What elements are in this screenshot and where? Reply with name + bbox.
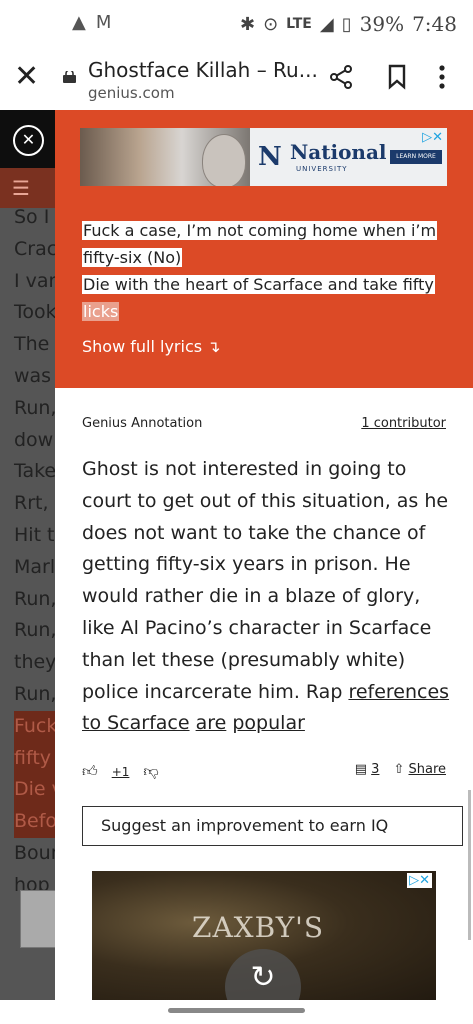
lyric-line: fifty-six (No) bbox=[82, 248, 183, 267]
annotation-actions: ▤ 3 ⇧ Share bbox=[355, 762, 446, 777]
vote-count[interactable]: +1 bbox=[112, 765, 130, 779]
annotation-text: Ghost is not interested in going to cour… bbox=[82, 458, 449, 703]
gmail-icon: M bbox=[95, 12, 112, 33]
ad-brand-subtitle: UNIVERSITY bbox=[296, 165, 348, 173]
close-annotation-button[interactable]: ✕ bbox=[13, 125, 44, 156]
alert-icon: ▲ bbox=[72, 12, 86, 33]
clock: 7:48 bbox=[412, 12, 457, 36]
ad-face-image bbox=[202, 134, 246, 186]
comment-button[interactable]: ▤ 3 bbox=[355, 762, 380, 777]
location-icon: ⊙ bbox=[263, 13, 279, 35]
annotation-panel: N National UNIVERSITY LEARN MORE ▷✕ Fuck… bbox=[55, 110, 473, 1000]
lyric-line: Die with the heart of Scarface and take … bbox=[82, 275, 435, 294]
home-gesture-handle[interactable] bbox=[168, 1008, 305, 1013]
share-button[interactable]: ⇧ Share bbox=[393, 762, 446, 777]
share-label: Share bbox=[408, 762, 446, 777]
share-upload-icon: ⇧ bbox=[393, 762, 405, 777]
comment-icon: ▤ bbox=[354, 762, 368, 777]
status-bar: ▲ M ✱ ⊙ LTE ◢ ▯ 39% 7:48 bbox=[0, 0, 473, 46]
annotation-body: Ghost is not interested in going to cour… bbox=[82, 454, 452, 740]
bookmark-icon[interactable] bbox=[387, 64, 407, 90]
ad-learn-more-button[interactable]: LEARN MORE bbox=[390, 150, 442, 164]
annotation-link-references[interactable]: references bbox=[348, 681, 449, 703]
ad-logo-icon: N bbox=[258, 142, 282, 172]
lyric-quote: Fuck a case, I’m not coming home when i’… bbox=[82, 217, 442, 325]
suggest-improvement-button[interactable]: Suggest an improvement to earn IQ bbox=[82, 806, 463, 846]
comment-count: 3 bbox=[371, 762, 380, 777]
ad-brand: National bbox=[290, 140, 387, 164]
adchoices-icon[interactable]: ▷✕ bbox=[407, 873, 432, 888]
show-full-lyrics-link[interactable]: Show full lyrics ↴ bbox=[82, 337, 221, 356]
page-title: Ghostface Killah – Ru... bbox=[88, 58, 318, 82]
annotation-link-scarface[interactable]: to Scarface bbox=[82, 712, 190, 734]
annotation-link-are[interactable]: are bbox=[196, 712, 227, 734]
more-options-icon[interactable] bbox=[438, 64, 446, 90]
close-tab-icon[interactable]: ✕ bbox=[14, 62, 39, 92]
share-icon[interactable] bbox=[328, 64, 354, 90]
annotation-label: Genius Annotation bbox=[82, 416, 203, 431]
contributors-link[interactable]: 1 contributor bbox=[361, 416, 446, 431]
menu-icon: ☰ bbox=[12, 176, 30, 200]
advertisement-banner[interactable]: N National UNIVERSITY LEARN MORE ▷✕ bbox=[80, 128, 447, 186]
adchoices-icon[interactable]: ▷✕ bbox=[422, 130, 443, 145]
thumbs-down-icon[interactable]: 👎︎ bbox=[143, 762, 158, 781]
lyric-line: licks bbox=[82, 302, 120, 321]
bluetooth-icon: ✱ bbox=[239, 13, 256, 35]
thumbs-up-icon[interactable]: 👍︎ bbox=[82, 762, 98, 781]
battery-icon: ▯ bbox=[341, 13, 352, 35]
vote-controls: 👍︎ +1 👎︎ bbox=[82, 762, 159, 781]
replay-icon[interactable]: ↻ bbox=[225, 949, 301, 1000]
browser-toolbar: ✕ Ghostface Killah – Ru... genius.com bbox=[0, 46, 473, 110]
page-domain: genius.com bbox=[88, 84, 175, 102]
signal-icon: ◢ bbox=[319, 13, 334, 35]
lyric-line: Fuck a case, I’m not coming home when i’… bbox=[82, 221, 438, 240]
battery-level: 39% bbox=[359, 12, 405, 36]
video-advertisement[interactable]: ZAXBY'S ↻ ▷✕ bbox=[92, 871, 436, 1000]
annotation-link-popular[interactable]: popular bbox=[232, 712, 305, 734]
network-label: LTE bbox=[286, 16, 312, 32]
scrollbar[interactable] bbox=[468, 790, 471, 940]
ad-brand: ZAXBY'S bbox=[192, 911, 325, 944]
lyric-excerpt-section: N National UNIVERSITY LEARN MORE ▷✕ Fuck… bbox=[55, 110, 473, 388]
lock-icon bbox=[63, 71, 76, 83]
navigation-bar bbox=[0, 1000, 473, 1024]
